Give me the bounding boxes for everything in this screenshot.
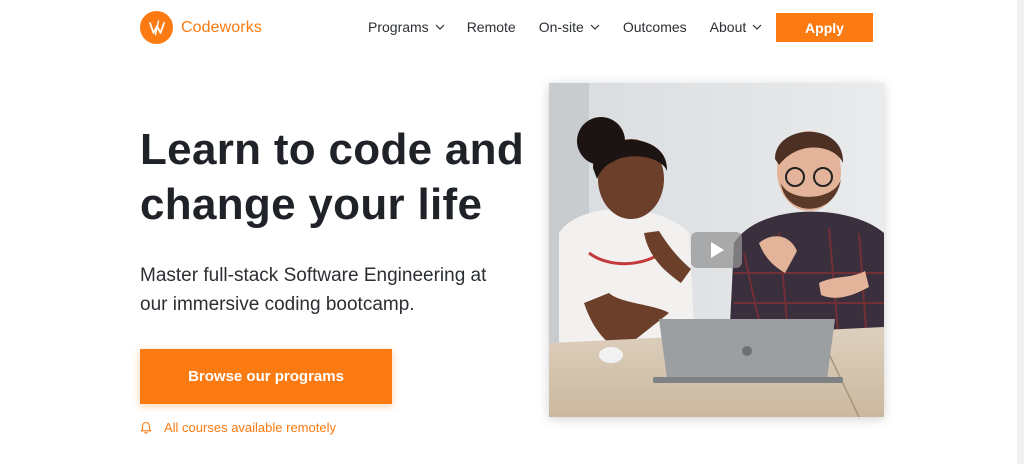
hero-video[interactable] [549, 83, 884, 417]
brand-logo[interactable]: Codeworks [140, 11, 262, 44]
nav-item-about[interactable]: About [710, 18, 763, 36]
nav-item-programs[interactable]: Programs [368, 18, 445, 36]
browse-programs-label: Browse our programs [188, 368, 344, 385]
hero-title: Learn to code and change your life [140, 122, 560, 232]
nav-item-outcomes[interactable]: Outcomes [623, 18, 687, 36]
nav-item-remote[interactable]: Remote [467, 18, 516, 36]
main-nav: Programs Remote On-site Outcomes About [368, 18, 762, 36]
hero-subtitle-line: Master full-stack Software Engineering a… [140, 265, 487, 286]
chevron-down-icon [752, 24, 762, 30]
chevron-down-icon [590, 24, 600, 30]
nav-item-on-site[interactable]: On-site [539, 18, 600, 36]
bell-icon [140, 421, 152, 434]
nav-item-label: About [709, 19, 747, 35]
nav-item-label: Remote [466, 19, 516, 35]
remote-note: All courses available remotely [140, 420, 336, 435]
apply-button[interactable]: Apply [776, 13, 873, 42]
play-icon [710, 242, 724, 258]
brand-name: Codeworks [181, 18, 262, 36]
hero-title-line: change your life [140, 180, 483, 229]
hero-title-line: Learn to code and [140, 125, 525, 174]
hero-subtitle-line: our immersive coding bootcamp. [140, 294, 415, 315]
remote-note-text: All courses available remotely [164, 420, 336, 435]
chevron-down-icon [435, 24, 445, 30]
codeworks-logo-icon [140, 11, 173, 44]
nav-item-label: On-site [538, 19, 584, 35]
nav-item-label: Outcomes [622, 19, 687, 35]
page-scrollbar[interactable] [1017, 0, 1024, 464]
browse-programs-button[interactable]: Browse our programs [140, 349, 392, 404]
video-play-button[interactable] [691, 232, 742, 268]
hero-subtitle: Master full-stack Software Engineering a… [140, 261, 520, 319]
nav-item-label: Programs [368, 19, 429, 35]
